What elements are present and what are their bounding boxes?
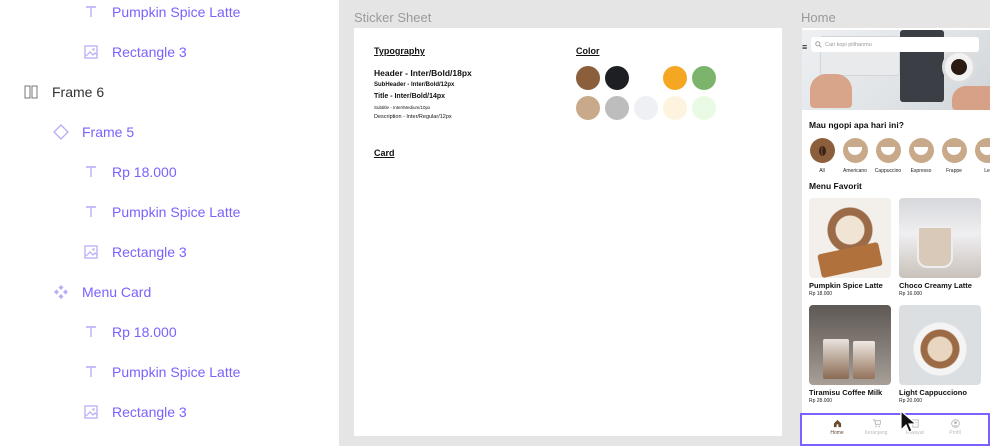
sticker-sheet-frame[interactable]: Typography Header - Inter/Bold/18px SubH… — [354, 28, 782, 436]
color-swatch[interactable] — [692, 96, 716, 120]
diamond-icon — [52, 123, 70, 141]
mouse-cursor-icon — [900, 410, 918, 433]
home-frame-label[interactable]: Home — [801, 10, 836, 25]
hand-shape — [810, 74, 852, 108]
layer-item[interactable]: Rectangle 3 — [82, 232, 187, 272]
frame-columns-icon — [22, 83, 40, 101]
text-icon — [82, 203, 100, 221]
coffee-cup-icon — [914, 146, 928, 155]
category-frappe[interactable]: Frappe — [941, 138, 967, 174]
category-all[interactable]: All — [809, 138, 835, 174]
color-swatch[interactable] — [605, 96, 629, 120]
color-swatch[interactable] — [692, 66, 716, 90]
image-icon — [82, 403, 100, 421]
layer-item[interactable]: Pumpkin Spice Latte — [82, 0, 240, 32]
color-swatch[interactable] — [605, 66, 629, 90]
coffee-cup-icon — [848, 146, 862, 155]
coffee-cup-icon — [947, 146, 961, 155]
text-icon — [82, 3, 100, 21]
subtitle-style-sample: Subtitle - Inter/Medium/10px — [374, 105, 431, 110]
layer-item[interactable]: Frame 5 — [52, 112, 134, 152]
text-icon — [82, 163, 100, 181]
color-swatch[interactable] — [634, 66, 658, 90]
category-americano[interactable]: Americano — [842, 138, 868, 174]
product-image[interactable] — [899, 305, 981, 385]
product-price: Rp 16.000 — [899, 291, 923, 297]
coffee-cup-icon — [881, 146, 895, 155]
color-swatch[interactable] — [663, 96, 687, 120]
category-cappuccino[interactable]: Cappuccino — [875, 138, 901, 174]
product-name[interactable]: Choco Creamy Latte — [899, 281, 972, 290]
search-icon — [815, 41, 822, 48]
layer-item[interactable]: Rp 18.000 — [82, 152, 177, 192]
color-swatch[interactable] — [663, 66, 687, 90]
product-name[interactable]: Tiramisu Coffee Milk — [809, 388, 882, 397]
section-question: Mau ngopi apa hari ini? — [809, 120, 904, 130]
favorites-heading: Menu Favorit — [809, 181, 862, 191]
product-image[interactable] — [809, 305, 891, 385]
product-name[interactable]: Pumpkin Spice Latte — [809, 281, 883, 290]
cart-icon — [872, 419, 881, 428]
product-price: Rp 28.000 — [809, 398, 833, 404]
subheader-style-sample: SubHeader - Inter/Bold/12px — [374, 82, 455, 88]
layer-item[interactable]: Rp 18.000 — [82, 312, 177, 352]
search-input[interactable]: Cari kopi pilihanmu — [811, 37, 979, 52]
layer-item[interactable]: Pumpkin Spice Latte — [82, 352, 240, 392]
bottom-navigation[interactable]: Home Keranjang Riwayat Profil — [800, 413, 990, 446]
layer-item[interactable]: Rectangle 3 — [82, 32, 187, 72]
description-style-sample: Description - Inter/Regular/12px — [374, 114, 452, 120]
profile-icon — [950, 419, 960, 428]
product-price: Rp 20.000 — [899, 398, 923, 404]
layer-item[interactable]: Rectangle 3 — [82, 392, 187, 432]
home-icon — [833, 419, 841, 428]
nav-keranjang[interactable]: Keranjang — [859, 419, 893, 436]
coffee-bean-icon — [818, 145, 826, 156]
color-swatch[interactable] — [634, 96, 658, 120]
cup-shape — [942, 50, 976, 84]
product-name[interactable]: Light Cappucciono — [899, 388, 967, 397]
hand-shape — [952, 86, 990, 110]
text-icon — [82, 323, 100, 341]
title-style-sample: Title - Inter/Bold/14px — [374, 93, 446, 100]
nav-home[interactable]: Home — [820, 419, 854, 436]
component-icon — [52, 283, 70, 301]
product-price: Rp 18.000 — [809, 291, 833, 297]
category-latte[interactable]: Le — [974, 138, 990, 174]
layer-item[interactable]: Pumpkin Spice Latte — [82, 192, 240, 232]
sticker-sheet-frame-label[interactable]: Sticker Sheet — [354, 10, 431, 25]
color-swatch[interactable] — [576, 96, 600, 120]
nav-profil[interactable]: Profil — [938, 419, 972, 436]
layer-item[interactable]: Frame 6 — [22, 72, 104, 112]
typography-heading: Typography — [374, 46, 425, 56]
color-heading: Color — [576, 46, 600, 56]
text-icon — [82, 363, 100, 381]
design-canvas[interactable]: Sticker Sheet Home Typography Header - I… — [340, 0, 990, 446]
image-icon — [82, 243, 100, 261]
home-frame[interactable]: ≡ Cari kopi pilihanmu Mau ngopi apa hari… — [802, 28, 990, 446]
header-style-sample: Header - Inter/Bold/18px — [374, 68, 472, 78]
product-image[interactable] — [899, 198, 981, 278]
layer-item[interactable]: Menu Card — [52, 272, 151, 312]
layers-panel: Pumpkin Spice Latte Rectangle 3 Frame 6 … — [0, 0, 340, 446]
color-swatch[interactable] — [576, 66, 600, 90]
card-heading: Card — [374, 148, 395, 158]
category-espresso[interactable]: Espresso — [908, 138, 934, 174]
image-icon — [82, 43, 100, 61]
product-image[interactable] — [809, 198, 891, 278]
coffee-cup-icon — [980, 146, 990, 155]
menu-icon[interactable]: ≡ — [802, 42, 807, 52]
